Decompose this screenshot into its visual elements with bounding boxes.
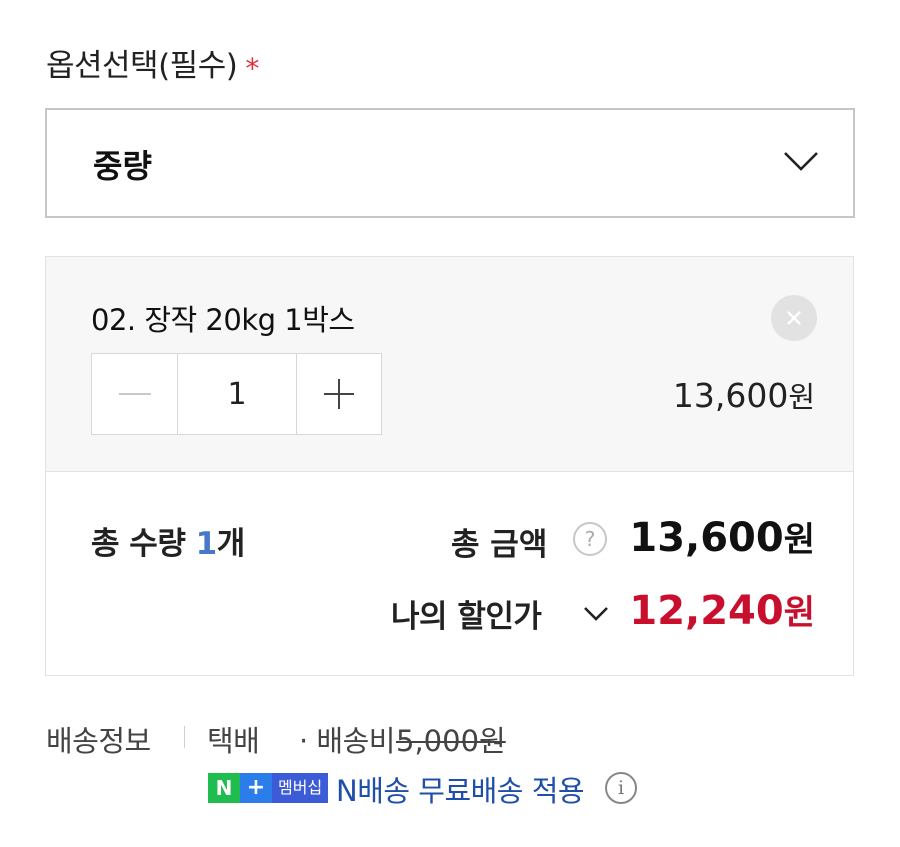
item-price: 13,600원 bbox=[673, 374, 815, 416]
total-amount-currency: 원 bbox=[783, 520, 815, 560]
quantity-value[interactable]: 1 bbox=[178, 354, 297, 434]
shipping-fee-label: · 배송비 bbox=[299, 724, 395, 758]
increase-button[interactable] bbox=[297, 354, 381, 434]
option-select[interactable]: 중량 bbox=[45, 108, 855, 218]
selected-item: 02. 장작 20kg 1박스 1 13,600원 bbox=[46, 257, 853, 472]
my-price-currency: 원 bbox=[783, 593, 815, 633]
nplus-membership-badge: N + 멤버십 bbox=[208, 773, 329, 803]
my-discount-price: 12,240원 bbox=[629, 585, 815, 634]
badge-member: 멤버십 bbox=[272, 773, 329, 803]
chevron-down-icon[interactable] bbox=[583, 606, 609, 622]
shipping-info-title: 배송정보 bbox=[46, 724, 151, 758]
badge-n: N bbox=[208, 773, 240, 803]
decrease-button[interactable] bbox=[92, 354, 178, 434]
option-label-text: 옵션선택(필수) bbox=[46, 48, 238, 84]
remove-item-button[interactable] bbox=[771, 295, 817, 341]
total-amount-value: 13,600 bbox=[629, 515, 784, 561]
my-price-value: 12,240 bbox=[629, 588, 784, 634]
item-price-value: 13,600 bbox=[672, 376, 789, 415]
quantity-stepper: 1 bbox=[91, 353, 382, 435]
plus-icon bbox=[324, 379, 354, 409]
selected-options-panel: 02. 장작 20kg 1박스 1 13,600원 총 수량 1개 총 금액 ?… bbox=[45, 256, 854, 676]
option-label: 옵션선택(필수) * bbox=[46, 40, 259, 85]
close-icon bbox=[787, 311, 801, 325]
total-amount: 13,600원 bbox=[629, 512, 815, 561]
total-qty-number: 1 bbox=[195, 526, 218, 562]
item-price-currency: 원 bbox=[788, 380, 815, 414]
total-qty-unit: 개 bbox=[216, 526, 246, 562]
info-circle-icon[interactable]: i bbox=[605, 772, 637, 804]
shipping-fee-original: 5,000원 bbox=[396, 724, 506, 758]
total-amount-label: 총 금액 bbox=[451, 527, 548, 563]
total-qty-prefix: 총 수량 bbox=[91, 526, 196, 562]
question-circle-icon[interactable]: ? bbox=[573, 522, 607, 556]
total-quantity: 총 수량 1개 bbox=[91, 518, 245, 563]
shipping-method: 택배 bbox=[207, 724, 260, 758]
chevron-down-icon bbox=[784, 152, 818, 171]
option-select-value: 중량 bbox=[93, 147, 152, 185]
minus-icon bbox=[118, 393, 151, 395]
badge-plus: + bbox=[240, 773, 272, 803]
required-mark: * bbox=[245, 52, 259, 85]
my-discount-price-toggle[interactable]: 나의 할인가 bbox=[391, 591, 542, 636]
item-name: 02. 장작 20kg 1박스 bbox=[91, 303, 355, 337]
divider bbox=[184, 726, 185, 748]
free-shipping-text: N배송 무료배송 적용 bbox=[336, 774, 585, 808]
